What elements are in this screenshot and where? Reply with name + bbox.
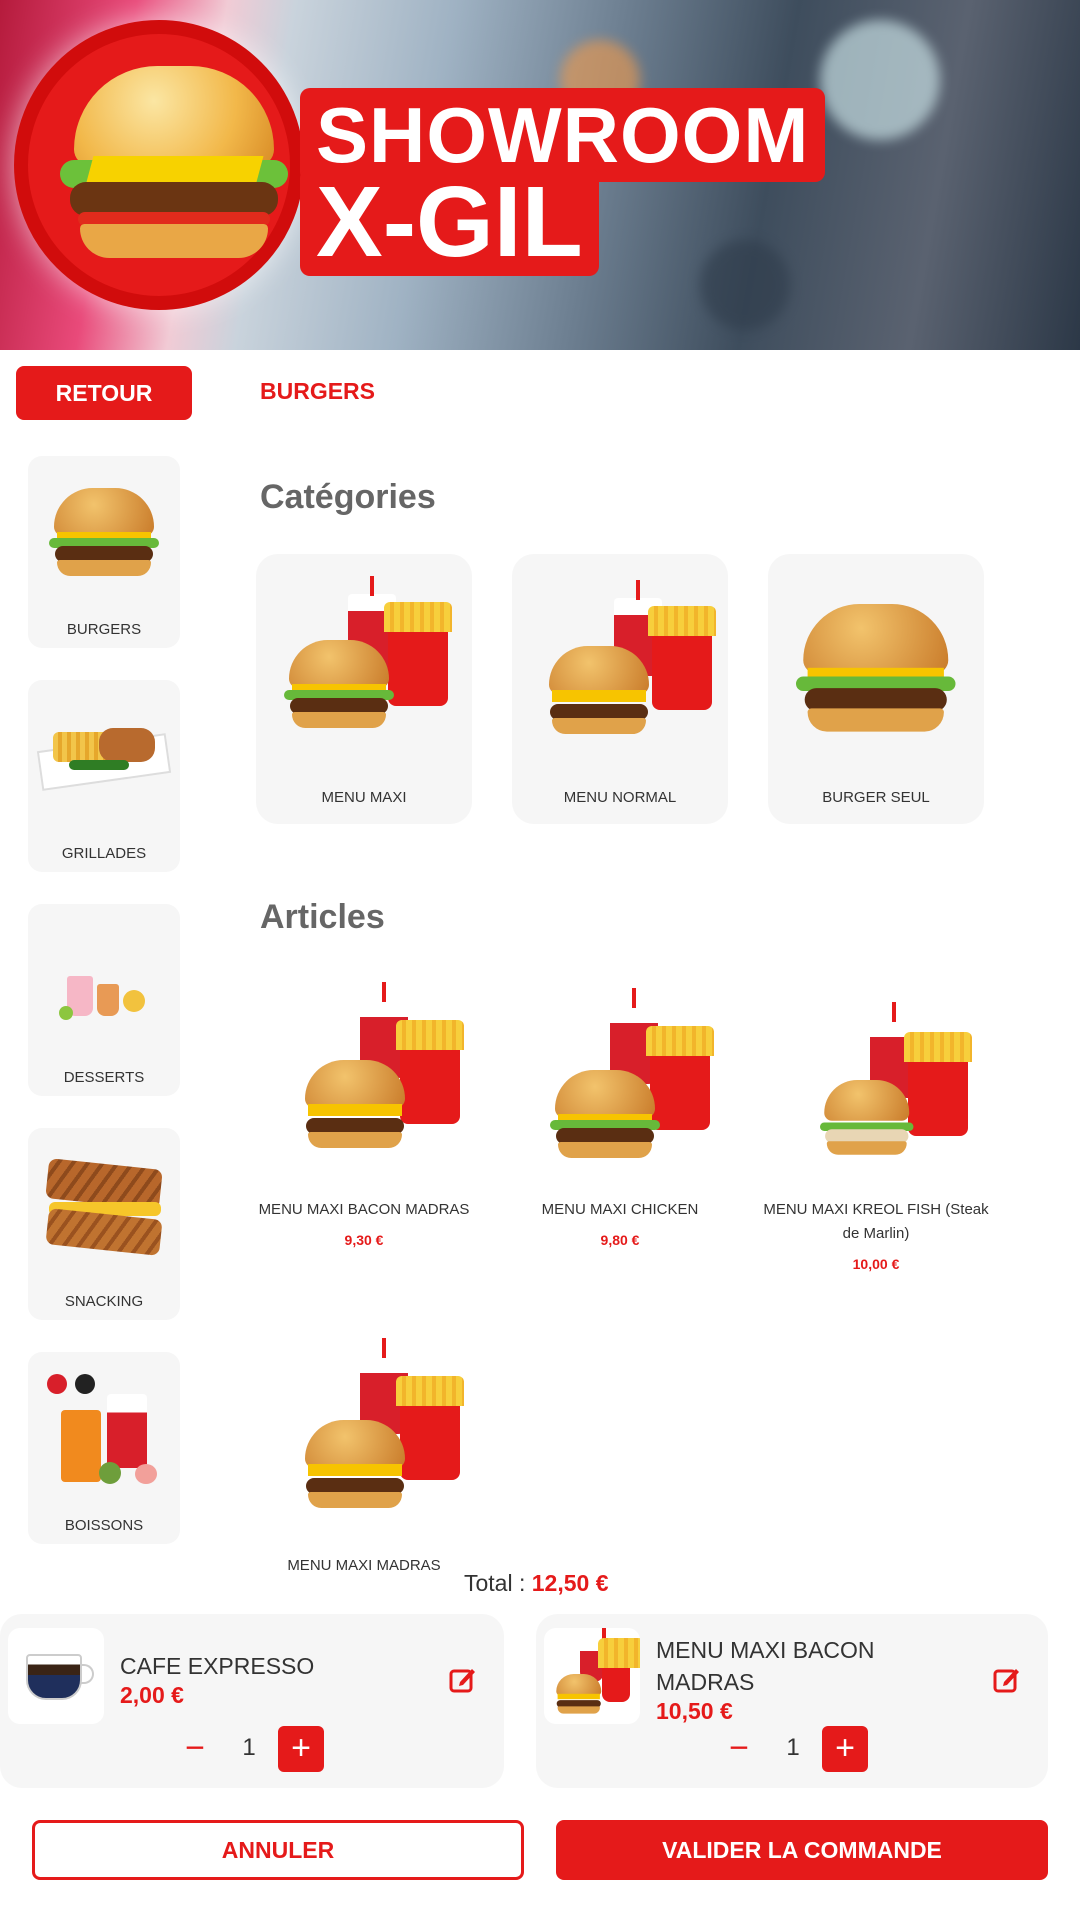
article-image — [776, 1000, 976, 1180]
cart-item-name: CAFE EXPRESSO — [120, 1653, 315, 1679]
dessert-drinks-image — [39, 926, 169, 1036]
burger-image — [39, 478, 169, 588]
coffee-cup-image — [8, 1628, 104, 1724]
drinks-image — [39, 1374, 169, 1484]
cart-item: CAFE EXPRESSO 2,00 € − 1 + — [0, 1614, 504, 1788]
confirm-order-button[interactable]: VALIDER LA COMMANDE — [556, 1820, 1048, 1880]
sandwich-image — [39, 1150, 169, 1260]
current-category-title: BURGERS — [260, 378, 376, 404]
total-value: 12,50 € — [531, 1570, 609, 1596]
article-image — [264, 982, 464, 1180]
article-image — [264, 1338, 464, 1536]
sidebar-item-label: SNACKING — [64, 1293, 144, 1310]
cancel-button[interactable]: ANNULER — [32, 1820, 524, 1880]
decrease-quantity-button[interactable]: − — [724, 1728, 754, 1768]
sidebar-item-label: DESSERTS — [63, 1069, 145, 1086]
sidebar-item-label: GRILLADES — [61, 845, 147, 862]
article-card[interactable]: MENU MAXI MADRAS — [244, 1338, 484, 1578]
category-label: MENU NORMAL — [563, 789, 677, 806]
article-name: MENU MAXI KREOL FISH (Steak de Marlin) — [763, 1201, 989, 1242]
sidebar-item-grillades[interactable]: GRILLADES — [28, 680, 180, 872]
cart-item-name: MENU MAXI BACON MADRAS — [656, 1637, 875, 1695]
bokeh-light — [820, 20, 940, 140]
header-banner: SHOWROOM X-GIL — [0, 0, 1080, 350]
category-label: MENU MAXI — [321, 789, 407, 806]
sidebar-item-burgers[interactable]: BURGERS — [28, 456, 180, 648]
quantity-value: 1 — [786, 1734, 800, 1761]
bokeh-light — [700, 240, 790, 330]
article-name: MENU MAXI BACON MADRAS — [258, 1201, 470, 1218]
decrease-quantity-button[interactable]: − — [180, 1728, 210, 1768]
order-total: Total : 12,50 € — [464, 1570, 609, 1597]
total-label: Total : — [464, 1570, 526, 1596]
burger-seul-image — [786, 574, 966, 744]
edit-icon[interactable] — [448, 1664, 478, 1694]
cart-item: MENU MAXI BACON MADRAS 10,50 € − 1 + — [536, 1614, 1048, 1788]
menu-maxi-bacon-image — [544, 1628, 640, 1724]
menu-normal-image — [530, 574, 716, 744]
sidebar-item-label: BOISSONS — [64, 1517, 144, 1534]
sidebar-item-label: BURGERS — [66, 621, 142, 638]
article-card[interactable]: MENU MAXI BACON MADRAS 9,30 € — [244, 982, 484, 1248]
category-card-menu-normal[interactable]: MENU NORMAL — [512, 554, 728, 824]
article-price: 9,30 € — [344, 1232, 384, 1248]
category-label: BURGER SEUL — [822, 789, 930, 806]
quantity-value: 1 — [242, 1734, 256, 1761]
article-card[interactable]: MENU MAXI CHICKEN 9,80 € — [500, 988, 740, 1248]
grill-plate-image — [36, 702, 172, 812]
article-price: 10,00 € — [852, 1256, 900, 1272]
article-name: MENU MAXI MADRAS — [287, 1557, 441, 1574]
cart-item-price: 2,00 € — [120, 1682, 184, 1708]
sidebar-item-snacking[interactable]: SNACKING — [28, 1128, 180, 1320]
sidebar-item-desserts[interactable]: DESSERTS — [28, 904, 180, 1096]
category-card-burger-seul[interactable]: BURGER SEUL — [768, 554, 984, 824]
article-card[interactable]: MENU MAXI KREOL FISH (Steak de Marlin) 1… — [756, 1000, 996, 1272]
article-name: MENU MAXI CHICKEN — [541, 1201, 699, 1218]
brand-title-line2: X-GIL — [300, 168, 599, 276]
cart-item-price: 10,50 € — [656, 1698, 733, 1724]
increase-quantity-button[interactable]: + — [278, 1726, 324, 1772]
back-button[interactable]: RETOUR — [16, 366, 192, 420]
increase-quantity-button[interactable]: + — [822, 1726, 868, 1772]
article-price: 9,80 € — [600, 1232, 640, 1248]
categories-heading: Catégories — [260, 478, 436, 516]
menu-maxi-image — [274, 574, 454, 744]
logo-burger-icon — [60, 60, 290, 260]
articles-heading: Articles — [260, 898, 385, 936]
sidebar-item-boissons[interactable]: BOISSONS — [28, 1352, 180, 1544]
article-image — [520, 988, 720, 1180]
category-card-menu-maxi[interactable]: MENU MAXI — [256, 554, 472, 824]
edit-icon[interactable] — [992, 1664, 1022, 1694]
